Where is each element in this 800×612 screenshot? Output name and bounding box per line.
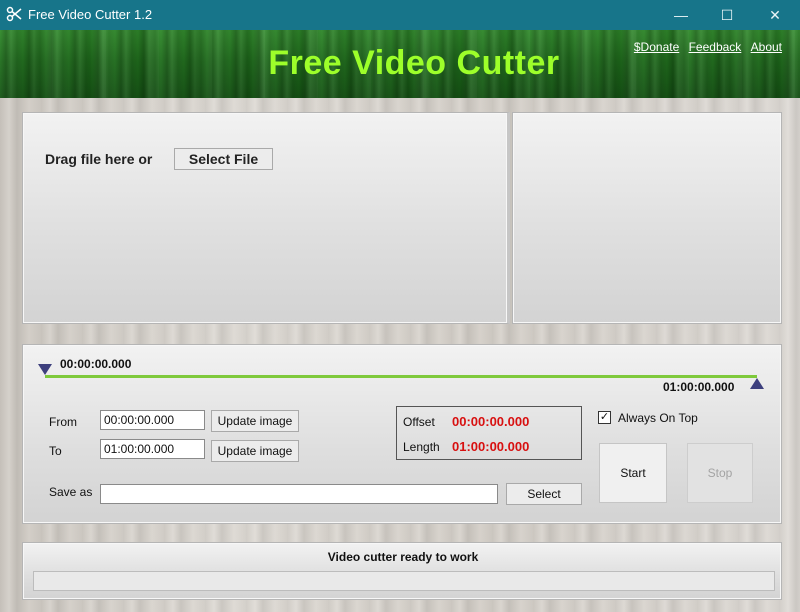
header-banner: Free Video Cutter $Donate Feedback About (0, 30, 800, 98)
stop-button[interactable]: Stop (687, 443, 753, 503)
status-message: Video cutter ready to work (327, 550, 479, 564)
always-on-top-checkbox[interactable]: ✓ (598, 411, 611, 424)
update-image-from-button[interactable]: Update image (211, 410, 299, 432)
save-as-label: Save as (49, 485, 93, 499)
drop-prompt: Drag file here or (45, 151, 153, 167)
offset-label: Offset (403, 415, 435, 429)
timeline-start-time: 00:00:00.000 (60, 357, 132, 371)
controls-panel: 00:00:00.000 01:00:00.000 From Update im… (22, 344, 782, 524)
from-label: From (49, 415, 77, 429)
length-label: Length (403, 440, 440, 454)
progress-bar (33, 571, 775, 591)
donate-link[interactable]: $Donate (634, 40, 679, 54)
always-on-top-label: Always On Top (618, 411, 698, 425)
timeline-end-time: 01:00:00.000 (663, 380, 735, 394)
about-link[interactable]: About (751, 40, 782, 54)
status-panel: Video cutter ready to work (22, 542, 782, 600)
select-save-button[interactable]: Select (506, 483, 582, 505)
window-title: Free Video Cutter 1.2 (28, 7, 153, 22)
start-marker[interactable] (38, 364, 52, 375)
save-as-field[interactable] (100, 484, 498, 504)
maximize-button[interactable]: ☐ (704, 0, 750, 30)
checkmark-icon: ✓ (599, 411, 610, 423)
title-bar: Free Video Cutter 1.2 — ☐ ✕ (0, 0, 800, 30)
select-file-button[interactable]: Select File (174, 148, 273, 170)
close-button[interactable]: ✕ (752, 0, 798, 30)
offset-length-box: Offset 00:00:00.000 Length 01:00:00.000 (396, 406, 582, 460)
scissors-icon (6, 6, 22, 22)
maximize-icon: ☐ (720, 6, 734, 23)
from-field[interactable] (100, 410, 205, 430)
close-icon: ✕ (769, 6, 781, 23)
minimize-button[interactable]: — (658, 0, 704, 30)
feedback-link[interactable]: Feedback (689, 40, 742, 54)
video-preview (512, 112, 782, 324)
start-button[interactable]: Start (599, 443, 667, 503)
to-label: To (49, 444, 62, 458)
timeline-track[interactable] (45, 375, 757, 378)
update-image-to-button[interactable]: Update image (211, 440, 299, 462)
length-value: 01:00:00.000 (452, 439, 530, 454)
drop-area[interactable]: Drag file here or Select File (22, 112, 510, 324)
to-field[interactable] (100, 439, 205, 459)
end-marker[interactable] (750, 378, 764, 389)
minimize-icon: — (674, 7, 688, 23)
header-links: $Donate Feedback About (628, 40, 782, 54)
offset-value: 00:00:00.000 (452, 414, 530, 429)
